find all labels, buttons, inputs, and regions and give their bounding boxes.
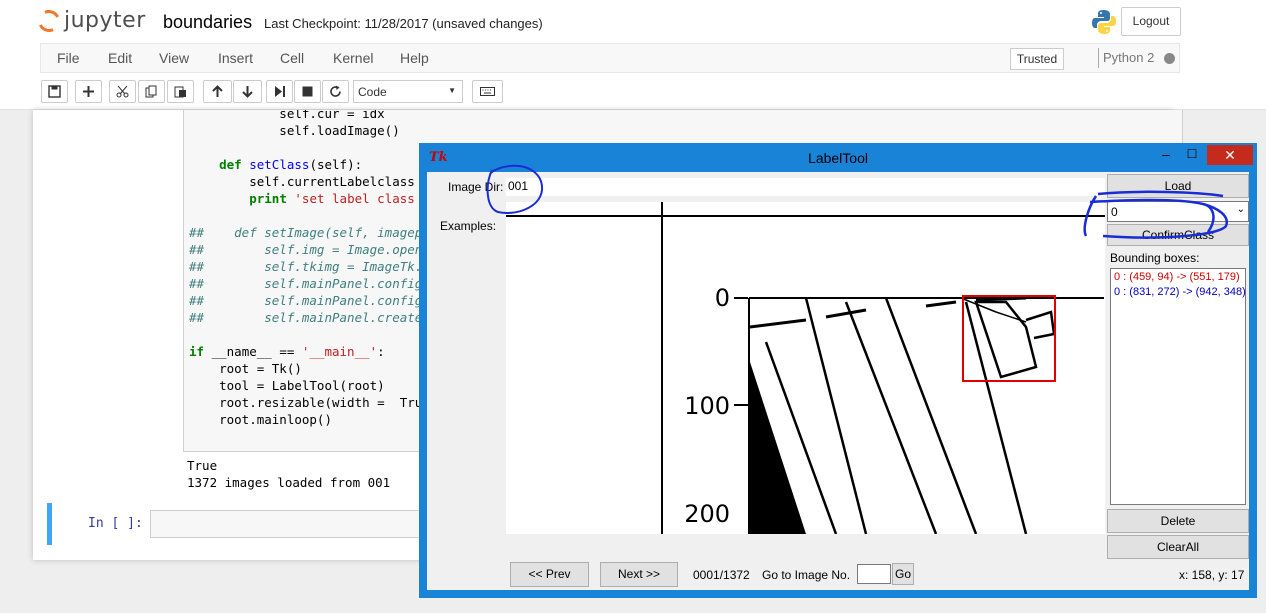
- code-line: print 'set label class to: [249, 191, 445, 206]
- code-line: def setClass(self):: [219, 157, 363, 172]
- goto-label: Go to Image No.: [762, 568, 851, 582]
- jupyter-logo-text: jupyter: [64, 8, 146, 33]
- arrow-down-icon: [242, 86, 253, 98]
- save-button[interactable]: [41, 80, 68, 103]
- menu-edit[interactable]: Edit: [108, 50, 132, 66]
- restart-button[interactable]: [322, 80, 349, 103]
- goto-image-input[interactable]: [857, 564, 891, 584]
- command-palette-button[interactable]: [472, 80, 503, 103]
- trusted-badge[interactable]: Trusted: [1010, 48, 1064, 70]
- python-icon: [1092, 10, 1116, 34]
- examples-label: Examples:: [440, 219, 497, 233]
- code-line: root = Tk(): [189, 361, 302, 376]
- cut-icon: [116, 85, 129, 98]
- bbox-list-item[interactable]: 0 : (831, 272) -> (942, 348): [1114, 286, 1246, 298]
- empty-code-input[interactable]: [150, 510, 430, 538]
- notebook-name[interactable]: boundaries: [163, 12, 252, 33]
- checkpoint-status: Last Checkpoint: 11/28/2017 (unsaved cha…: [264, 16, 543, 31]
- menu-view[interactable]: View: [159, 50, 189, 66]
- insert-cell-button[interactable]: [75, 80, 102, 103]
- clearall-button[interactable]: ClearAll: [1107, 535, 1249, 559]
- move-down-button[interactable]: [233, 80, 262, 103]
- plot-area: [748, 296, 1105, 534]
- code-line: ## def setImage(self, imagepath: [189, 225, 445, 240]
- combobox-arrow-icon: ⌄: [1236, 204, 1245, 215]
- axis-tick-label: 200: [684, 500, 730, 528]
- run-cell-button[interactable]: [266, 80, 293, 103]
- code-line: ## self.tkimg = ImageTk.Phot: [189, 259, 453, 274]
- menubar: File Edit View Insert Cell Kernel Help T…: [40, 43, 1180, 73]
- maximize-icon[interactable]: ☐: [1185, 143, 1199, 167]
- jupyter-logo[interactable]: jupyter: [34, 6, 146, 35]
- minimize-icon[interactable]: –: [1159, 143, 1173, 167]
- code-line: ## self.mainPanel.config(wid: [189, 276, 453, 291]
- arrow-up-icon: [212, 85, 223, 97]
- confirm-class-button[interactable]: ConfirmClass: [1107, 224, 1249, 246]
- copy-button[interactable]: [138, 80, 165, 103]
- bbox-list-item[interactable]: 0 : (459, 94) -> (551, 179): [1114, 271, 1240, 283]
- paste-button[interactable]: [167, 80, 194, 103]
- code-line: ## self.mainPanel.config(hei: [189, 293, 453, 308]
- window-titlebar[interactable]: Tk LabelTool – ☐ ✕: [419, 143, 1257, 172]
- logout-button[interactable]: Logout: [1121, 7, 1181, 36]
- code-line: tool = LabelTool(root): [189, 378, 385, 393]
- code-line: root.mainloop(): [189, 412, 332, 427]
- window-title: LabelTool: [808, 150, 868, 166]
- code-line: if __name__ == '__main__':: [189, 344, 385, 359]
- image-dir-label: Image Dir:: [448, 180, 504, 194]
- labeltool-window: Tk LabelTool – ☐ ✕ Image Dir: 001 Load E…: [419, 143, 1257, 598]
- menu-help[interactable]: Help: [400, 50, 429, 66]
- kernel-status-icon: [1164, 53, 1175, 64]
- next-button[interactable]: Next >>: [600, 562, 678, 587]
- cursor-coords: x: 158, y: 17: [1179, 568, 1245, 582]
- jupyter-logo-icon: [34, 6, 64, 35]
- code-line: self.loadImage(): [189, 123, 400, 138]
- code-line: self.cur = idx: [189, 110, 385, 121]
- dropdown-arrow-icon: ▼: [448, 86, 456, 95]
- cell-type-select[interactable]: Code ▼: [353, 80, 463, 103]
- image-dir-value: 001: [508, 179, 529, 193]
- prev-button[interactable]: << Prev: [510, 562, 589, 587]
- cell-output-line: True: [187, 458, 218, 473]
- menu-file[interactable]: File: [57, 50, 80, 66]
- cell-type-value: Code: [358, 85, 387, 99]
- code-line: ## self.mainPanel.create_ima: [189, 310, 453, 325]
- close-icon: ✕: [1224, 147, 1236, 163]
- move-up-button[interactable]: [203, 80, 232, 103]
- step-forward-icon: [275, 86, 285, 97]
- image-counter: 0001/1372: [693, 568, 750, 582]
- delete-button[interactable]: Delete: [1107, 509, 1249, 533]
- code-line: ## self.img = Image.open(ima: [189, 242, 453, 257]
- restart-icon: [330, 85, 341, 97]
- copy-icon: [145, 85, 157, 98]
- close-button[interactable]: ✕: [1207, 145, 1253, 165]
- axis-tick-label: 0: [715, 284, 730, 312]
- load-button[interactable]: Load: [1107, 174, 1249, 198]
- labeltool-body: Image Dir: 001 Load Examples: 0 100 200: [427, 172, 1249, 590]
- menu-insert[interactable]: Insert: [218, 50, 253, 66]
- code-line: self.currentLabelclass = se: [189, 174, 453, 189]
- keyboard-icon: [480, 87, 495, 96]
- menu-kernel[interactable]: Kernel: [333, 50, 373, 66]
- cut-button[interactable]: [109, 80, 136, 103]
- bounding-box-list[interactable]: 0 : (459, 94) -> (551, 179) 0 : (831, 27…: [1110, 268, 1246, 505]
- image-dir-input[interactable]: 001: [506, 178, 1105, 196]
- image-preview: 0 100 200: [506, 202, 1105, 534]
- class-combobox[interactable]: 0 ⌄: [1107, 201, 1249, 222]
- bounding-boxes-label: Bounding boxes:: [1110, 251, 1200, 265]
- interrupt-button[interactable]: [294, 80, 321, 103]
- class-value: 0: [1111, 205, 1118, 219]
- cell-output-line: 1372 images loaded from 001: [187, 475, 391, 490]
- menu-cell[interactable]: Cell: [280, 50, 304, 66]
- go-button[interactable]: Go: [892, 563, 914, 585]
- code-line: root.resizable(width = True, h: [189, 395, 453, 410]
- image-canvas[interactable]: 0 100 200: [506, 202, 1105, 534]
- stop-icon: [302, 86, 313, 97]
- input-prompt: In [ ]:: [88, 516, 143, 531]
- paste-icon: [174, 86, 186, 98]
- save-icon: [48, 85, 61, 98]
- plus-icon: [83, 86, 94, 97]
- kernel-name[interactable]: Python 2: [1098, 48, 1154, 68]
- axis-tick-label: 100: [684, 392, 730, 420]
